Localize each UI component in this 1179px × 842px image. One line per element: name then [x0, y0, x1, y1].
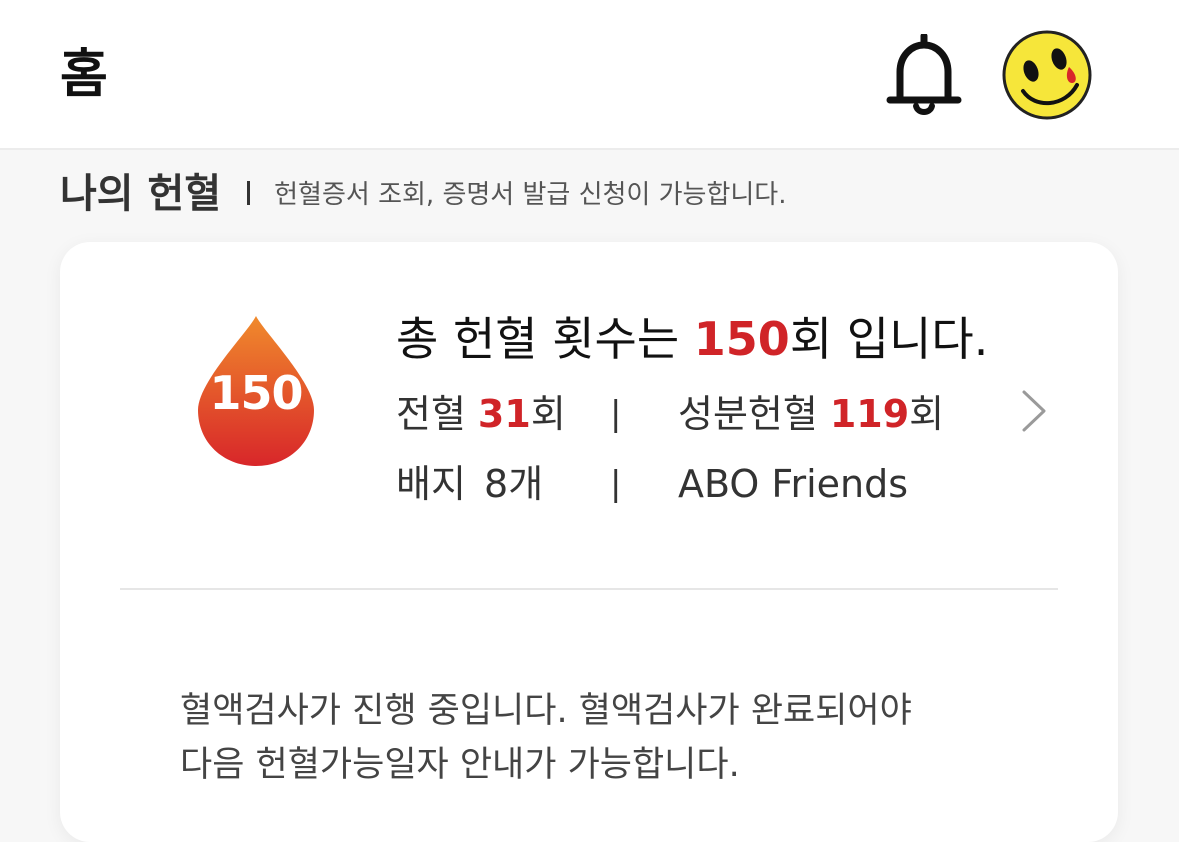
section-divider: [247, 181, 251, 205]
bell-icon[interactable]: [884, 34, 964, 116]
notice-line-2: 다음 헌혈가능일자 안내가 가능합니다.: [180, 745, 740, 785]
badge-label: 배지: [396, 462, 466, 506]
summary-prefix: 총 헌혈 횟수는: [396, 312, 694, 366]
blood-drop-count: 150: [209, 366, 303, 420]
badge-value: 8개: [484, 462, 544, 506]
notice-line-1: 혈액검사가 진행 중입니다. 혈액검사가 완료되어야: [180, 691, 912, 731]
badge-stat: 배지 8개: [396, 458, 543, 510]
summary-suffix: 회 입니다.: [789, 312, 989, 366]
whole-blood-stat: 전혈 31회: [396, 388, 566, 440]
component-label: 성분헌혈: [678, 392, 818, 436]
blood-test-notice: 혈액검사가 진행 중입니다. 혈액검사가 완료되어야 다음 헌혈가능일자 안내가…: [180, 684, 1040, 792]
chevron-right-icon[interactable]: [1018, 388, 1050, 434]
donation-summary-card[interactable]: 150 총 헌혈 횟수는 150회 입니다. 전혈 31회 | 성분헌혈 119회 …: [60, 242, 1118, 842]
smiley-avatar[interactable]: [1001, 29, 1093, 121]
stat-separator: |: [610, 394, 622, 434]
component-unit: 회: [909, 392, 945, 436]
summary-count: 150: [693, 312, 790, 366]
section-header: 나의 헌혈 헌혈증서 조회, 증명서 발급 신청이 가능합니다.: [60, 162, 786, 218]
section-title: 나의 헌혈: [60, 171, 222, 217]
badge-separator: |: [610, 464, 622, 504]
card-divider: [120, 588, 1058, 590]
component-count: 119: [829, 392, 910, 436]
total-donation-summary: 총 헌혈 횟수는 150회 입니다.: [396, 306, 988, 372]
whole-blood-label: 전혈: [396, 392, 466, 436]
top-app-bar: 홈: [0, 0, 1179, 150]
page-title: 홈: [60, 45, 108, 105]
whole-blood-count: 31: [477, 392, 531, 436]
abo-friends-label: ABO Friends: [678, 462, 909, 506]
component-stat: 성분헌혈 119회: [678, 388, 944, 440]
section-subtitle: 헌혈증서 조회, 증명서 발급 신청이 가능합니다.: [274, 179, 787, 210]
whole-blood-unit: 회: [530, 392, 566, 436]
